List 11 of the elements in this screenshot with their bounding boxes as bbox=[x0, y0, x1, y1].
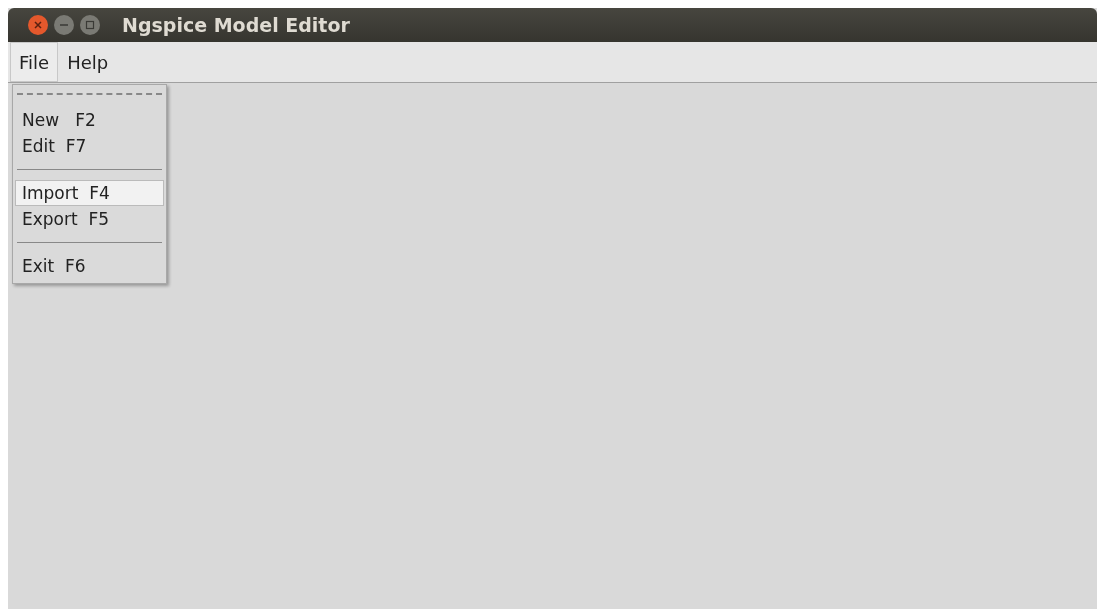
menu-item[interactable]: Export F5 bbox=[15, 206, 164, 232]
window-title: Ngspice Model Editor bbox=[122, 12, 350, 38]
menu-item[interactable]: New F2 bbox=[15, 107, 164, 133]
menu-item[interactable]: Exit F6 bbox=[15, 253, 164, 279]
maximize-icon[interactable] bbox=[80, 15, 100, 35]
menu-item[interactable]: Import F4 bbox=[15, 180, 164, 206]
menu-item[interactable]: Edit F7 bbox=[15, 133, 164, 159]
menu-item[interactable]: Help bbox=[58, 42, 118, 82]
close-icon[interactable] bbox=[28, 15, 48, 35]
menu-item[interactable]: File bbox=[10, 42, 59, 82]
minimize-icon[interactable] bbox=[54, 15, 74, 35]
